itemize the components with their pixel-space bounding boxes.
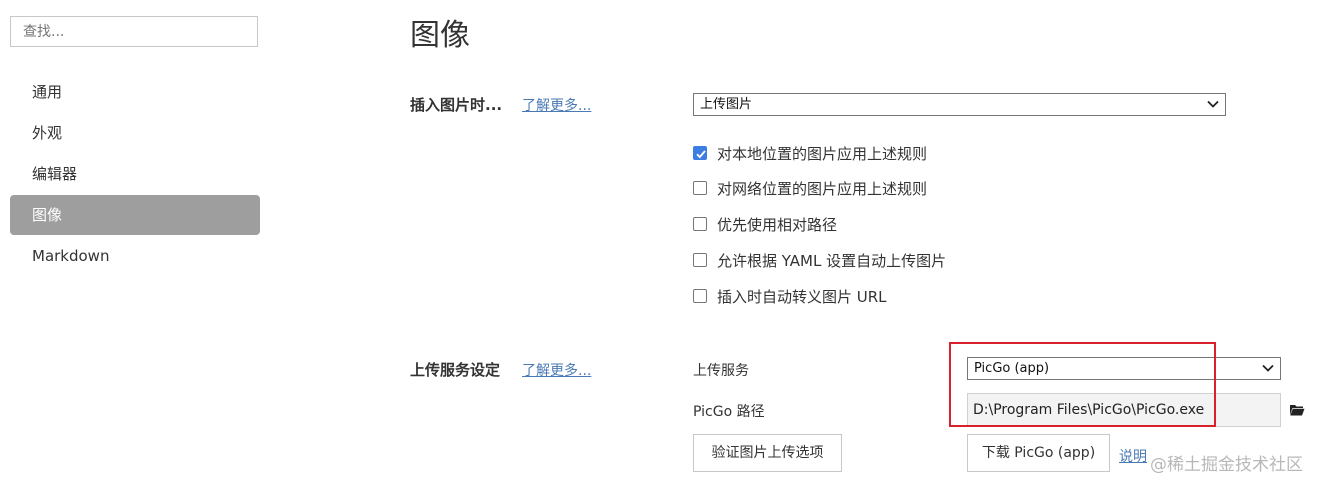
upload-service-label: 上传服务 xyxy=(693,363,749,379)
help-link[interactable]: 说明 xyxy=(1119,446,1147,466)
picgo-path-label: PicGo 路径 xyxy=(693,404,765,420)
checkbox-row-relative-path[interactable]: 优先使用相对路径 xyxy=(693,213,837,235)
chevron-down-icon xyxy=(1262,364,1274,372)
sidebar-item-appearance[interactable]: 外观 xyxy=(10,113,260,153)
checkbox-label: 对本地位置的图片应用上述规则 xyxy=(717,144,928,163)
checkbox-label: 插入时自动转义图片 URL xyxy=(717,287,887,306)
checkbox-label: 允许根据 YAML 设置自动上传图片 xyxy=(717,251,947,270)
chevron-down-icon xyxy=(1207,100,1219,108)
verify-upload-button[interactable]: 验证图片上传选项 xyxy=(693,434,842,472)
checkbox-label: 优先使用相对路径 xyxy=(717,215,838,234)
checkbox-local-images[interactable] xyxy=(693,146,707,160)
checkbox-escape-url[interactable] xyxy=(693,289,707,303)
insert-learn-more-link[interactable]: 了解更多... xyxy=(522,95,591,115)
insert-section-label: 插入图片时... xyxy=(410,96,503,114)
insert-action-select[interactable]: 上传图片 xyxy=(693,93,1226,116)
checkbox-relative-path[interactable] xyxy=(693,217,707,231)
checkbox-yaml-upload[interactable] xyxy=(693,253,707,267)
sidebar-item-image[interactable]: 图像 xyxy=(10,195,260,235)
checkbox-row-yaml-upload[interactable]: 允许根据 YAML 设置自动上传图片 xyxy=(693,249,946,271)
check-icon xyxy=(696,150,706,159)
checkbox-row-network-images[interactable]: 对网络位置的图片应用上述规则 xyxy=(693,177,927,199)
download-picgo-button[interactable]: 下载 PicGo (app) xyxy=(967,434,1110,472)
checkbox-row-local-images[interactable]: 对本地位置的图片应用上述规则 xyxy=(693,142,927,164)
page-title: 图像 xyxy=(410,18,470,53)
upload-section-label: 上传服务设定 xyxy=(410,361,501,379)
folder-icon[interactable] xyxy=(1289,403,1305,417)
checkbox-row-escape-url[interactable]: 插入时自动转义图片 URL xyxy=(693,285,887,307)
sidebar-item-editor[interactable]: 编辑器 xyxy=(10,154,260,194)
sidebar-item-markdown[interactable]: Markdown xyxy=(10,236,260,276)
insert-action-value: 上传图片 xyxy=(700,97,753,112)
checkbox-network-images[interactable] xyxy=(693,181,707,195)
checkbox-label: 对网络位置的图片应用上述规则 xyxy=(717,179,928,198)
sidebar-item-general[interactable]: 通用 xyxy=(10,72,260,112)
highlight-box xyxy=(949,342,1216,427)
watermark: @稀土掘金技术社区 xyxy=(1150,455,1303,475)
upload-learn-more-link[interactable]: 了解更多... xyxy=(522,360,591,380)
search-input[interactable] xyxy=(10,16,258,47)
